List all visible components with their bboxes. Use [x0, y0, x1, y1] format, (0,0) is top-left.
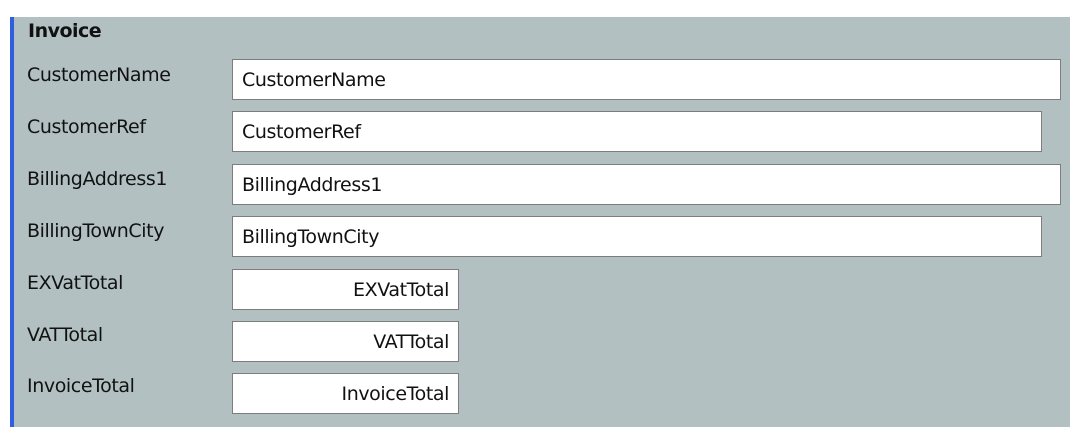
vat-total-label: VATTotal [27, 324, 103, 346]
customer-name-label: CustomerName [27, 64, 171, 86]
billing-town-city-label: BillingTownCity [27, 220, 165, 242]
billing-address1-field[interactable] [232, 164, 1061, 205]
invoice-total-field[interactable] [232, 373, 459, 414]
vat-total-field[interactable] [232, 321, 459, 362]
customer-ref-label: CustomerRef [27, 116, 146, 138]
customer-ref-field[interactable] [232, 111, 1042, 152]
ex-vat-total-label: EXVatTotal [27, 272, 124, 294]
billing-town-city-field[interactable] [232, 216, 1042, 257]
invoice-form-panel: Invoice CustomerName CustomerRef Billing… [10, 17, 1070, 427]
customer-name-field[interactable] [232, 59, 1061, 100]
form-title: Invoice [28, 20, 102, 42]
billing-address1-label: BillingAddress1 [27, 168, 168, 190]
ex-vat-total-field[interactable] [232, 269, 459, 310]
invoice-total-label: InvoiceTotal [27, 375, 135, 397]
